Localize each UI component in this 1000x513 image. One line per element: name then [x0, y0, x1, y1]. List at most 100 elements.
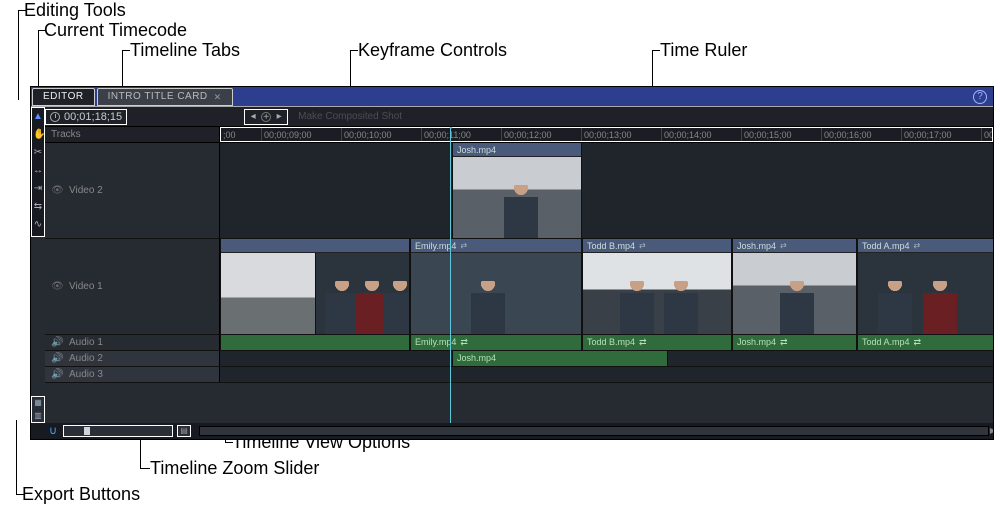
annotation-export-buttons: Export Buttons — [22, 484, 140, 505]
clip-video2-josh[interactable]: Josh.mp4 — [452, 143, 582, 238]
annotation-timeline-zoom-slider: Timeline Zoom Slider — [150, 458, 319, 479]
tool-rate-icon[interactable]: ∿ — [33, 218, 43, 232]
clip-audio1-emily[interactable]: Emily.mp4 ⇄ — [410, 335, 582, 350]
track-header-audio1[interactable]: 🔊 Audio 1 — [45, 335, 220, 350]
horizontal-scrollbar[interactable]: ▶ — [199, 426, 989, 436]
export-contents-icon[interactable]: ▥ — [32, 410, 44, 422]
timeline-zoom-slider[interactable] — [63, 425, 173, 437]
tool-hand-icon[interactable]: ✋ — [33, 128, 43, 142]
link-icon: ⇄ — [914, 239, 921, 253]
keyframe-next-icon[interactable]: ▸ — [274, 112, 284, 122]
clip-video1-toddb[interactable]: Todd B.mp4 ⇄ — [582, 239, 732, 334]
timeline-view-options-button[interactable]: ▤ — [177, 425, 191, 437]
snap-icon[interactable]: ∪ — [47, 425, 59, 437]
clip-name: Emily.mp4 — [415, 335, 456, 349]
clip-name: Josh.mp4 — [457, 351, 496, 365]
track-lane-audio2[interactable]: Josh.mp4 — [220, 351, 993, 366]
zoom-slider-handle[interactable] — [84, 427, 90, 435]
tab-intro-title-card[interactable]: INTRO TITLE CARD ✕ — [97, 88, 233, 106]
track-header-video2[interactable]: 👁 Video 2 — [45, 143, 220, 238]
editor-panel: EDITOR INTRO TITLE CARD ✕ ? 00;01;18;15 … — [30, 86, 994, 440]
annotation-timeline-tabs: Timeline Tabs — [130, 40, 240, 61]
keyframe-add-icon[interactable]: + — [261, 112, 271, 122]
tab-label: INTRO TITLE CARD — [108, 88, 208, 106]
ruler-tick: ;00 — [221, 128, 261, 141]
clip-audio2-josh[interactable]: Josh.mp4 — [452, 351, 668, 366]
clip-name: Todd B.mp4 — [587, 335, 635, 349]
eye-icon[interactable]: 👁 — [51, 281, 63, 292]
annotation-current-timecode: Current Timecode — [44, 20, 187, 41]
ruler-tick: 00;00;14;00 — [661, 128, 741, 141]
ruler-tick: 00;00;13;00 — [581, 128, 661, 141]
close-icon[interactable]: ✕ — [214, 88, 222, 106]
link-icon: ⇄ — [460, 335, 468, 349]
editing-tool-column: ▲ ✋ ✂ ↔ ⇥ ⇆ ∿ — [31, 107, 45, 237]
link-icon: ⇄ — [639, 335, 647, 349]
eye-icon[interactable]: 👁 — [51, 185, 63, 196]
clip-audio1-toddb[interactable]: Todd B.mp4 ⇄ — [582, 335, 732, 350]
help-icon[interactable]: ? — [973, 90, 987, 104]
current-timecode-display[interactable]: 00;01;18;15 — [45, 109, 127, 125]
clip-name: Josh.mp4 — [737, 239, 776, 253]
timeline-body: Tracks ;00 00;00;09;00 00;00;10;00 00;00… — [45, 127, 993, 423]
ruler-tick: 00;00;18;00 — [981, 128, 993, 141]
export-buttons: ▦ ▥ — [31, 396, 45, 423]
clip-audio1-todda[interactable]: Todd A.mp4 ⇄ — [857, 335, 993, 350]
ruler-tick: 00;00;12;00 — [501, 128, 581, 141]
tool-roll-icon[interactable]: ⇆ — [33, 200, 43, 214]
clock-icon — [50, 112, 60, 122]
ruler-tick: 00;00;09;00 — [261, 128, 341, 141]
annotation-editing-tools: Editing Tools — [24, 0, 126, 21]
timeline-footer: ∪ ▤ ▶ — [31, 423, 993, 439]
annotation-keyframe-controls: Keyframe Controls — [358, 40, 507, 61]
clip-video1-emily[interactable]: Emily.mp4 ⇄ — [410, 239, 582, 334]
annotation-time-ruler: Time Ruler — [660, 40, 747, 61]
track-label: Video 2 — [69, 185, 103, 196]
tool-select-icon[interactable]: ▲ — [33, 110, 43, 124]
clip-video1-todda[interactable]: Todd A.mp4 ⇄ — [857, 239, 993, 334]
track-header-audio2[interactable]: 🔊 Audio 2 — [45, 351, 220, 366]
track-label: Audio 1 — [69, 337, 103, 348]
clip-video1-0[interactable] — [220, 239, 410, 334]
timeline-tab-strip: EDITOR INTRO TITLE CARD ✕ ? — [31, 87, 993, 107]
tool-slip-icon[interactable]: ↔ — [33, 164, 43, 178]
link-icon: ⇄ — [914, 335, 922, 349]
time-ruler[interactable]: ;00 00;00;09;00 00;00;10;00 00;00;11;00 … — [220, 127, 993, 142]
make-comp-shot-label: Make Composited Shot — [298, 111, 402, 122]
clip-name: Todd A.mp4 — [862, 335, 910, 349]
tab-editor[interactable]: EDITOR — [32, 88, 95, 106]
scroll-right-icon[interactable]: ▶ — [988, 427, 994, 435]
export-in-out-icon[interactable]: ▦ — [32, 397, 44, 409]
tool-slice-icon[interactable]: ✂ — [33, 146, 43, 160]
clip-audio1-0[interactable] — [220, 335, 410, 350]
track-lane-audio1[interactable]: Emily.mp4 ⇄ Todd B.mp4 ⇄ Josh.mp4 ⇄ Todd A.… — [220, 335, 993, 350]
link-icon: ⇄ — [780, 335, 788, 349]
tracks-label: Tracks — [45, 127, 220, 142]
track-label: Video 1 — [69, 281, 103, 292]
speaker-icon[interactable]: 🔊 — [51, 337, 63, 348]
track-header-video1[interactable]: 👁 Video 1 — [45, 239, 220, 334]
track-header-audio3[interactable]: 🔊 Audio 3 — [45, 367, 220, 382]
clip-audio1-josh[interactable]: Josh.mp4 ⇄ — [732, 335, 857, 350]
ruler-tick: 00;00;15;00 — [741, 128, 821, 141]
ruler-tick: 00;00;16;00 — [821, 128, 901, 141]
track-lane-video2[interactable]: Josh.mp4 — [220, 143, 993, 238]
ruler-tick: 00;00;17;00 — [901, 128, 981, 141]
clip-video1-josh[interactable]: Josh.mp4 ⇄ — [732, 239, 857, 334]
scrollbar-thumb[interactable] — [200, 427, 988, 435]
speaker-icon[interactable]: 🔊 — [51, 353, 63, 364]
tab-label: EDITOR — [43, 88, 84, 106]
link-icon: ⇄ — [460, 239, 467, 253]
ruler-tick: 00;00;10;00 — [341, 128, 421, 141]
tool-ripple-icon[interactable]: ⇥ — [33, 182, 43, 196]
keyframe-prev-icon[interactable]: ◂ — [248, 112, 258, 122]
link-icon: ⇄ — [780, 239, 787, 253]
clip-name: Josh.mp4 — [737, 335, 776, 349]
track-lane-audio3[interactable] — [220, 367, 993, 382]
track-label: Audio 2 — [69, 353, 103, 364]
track-label: Audio 3 — [69, 369, 103, 380]
speaker-icon[interactable]: 🔊 — [51, 369, 63, 380]
clip-name: Todd A.mp4 — [862, 239, 910, 253]
under-tab-row: 00;01;18;15 ◂ + ▸ Make Composited Shot — [31, 107, 993, 127]
track-lane-video1[interactable]: Emily.mp4 ⇄ Todd B.mp4 ⇄ Josh.mp4 ⇄ — [220, 239, 993, 334]
